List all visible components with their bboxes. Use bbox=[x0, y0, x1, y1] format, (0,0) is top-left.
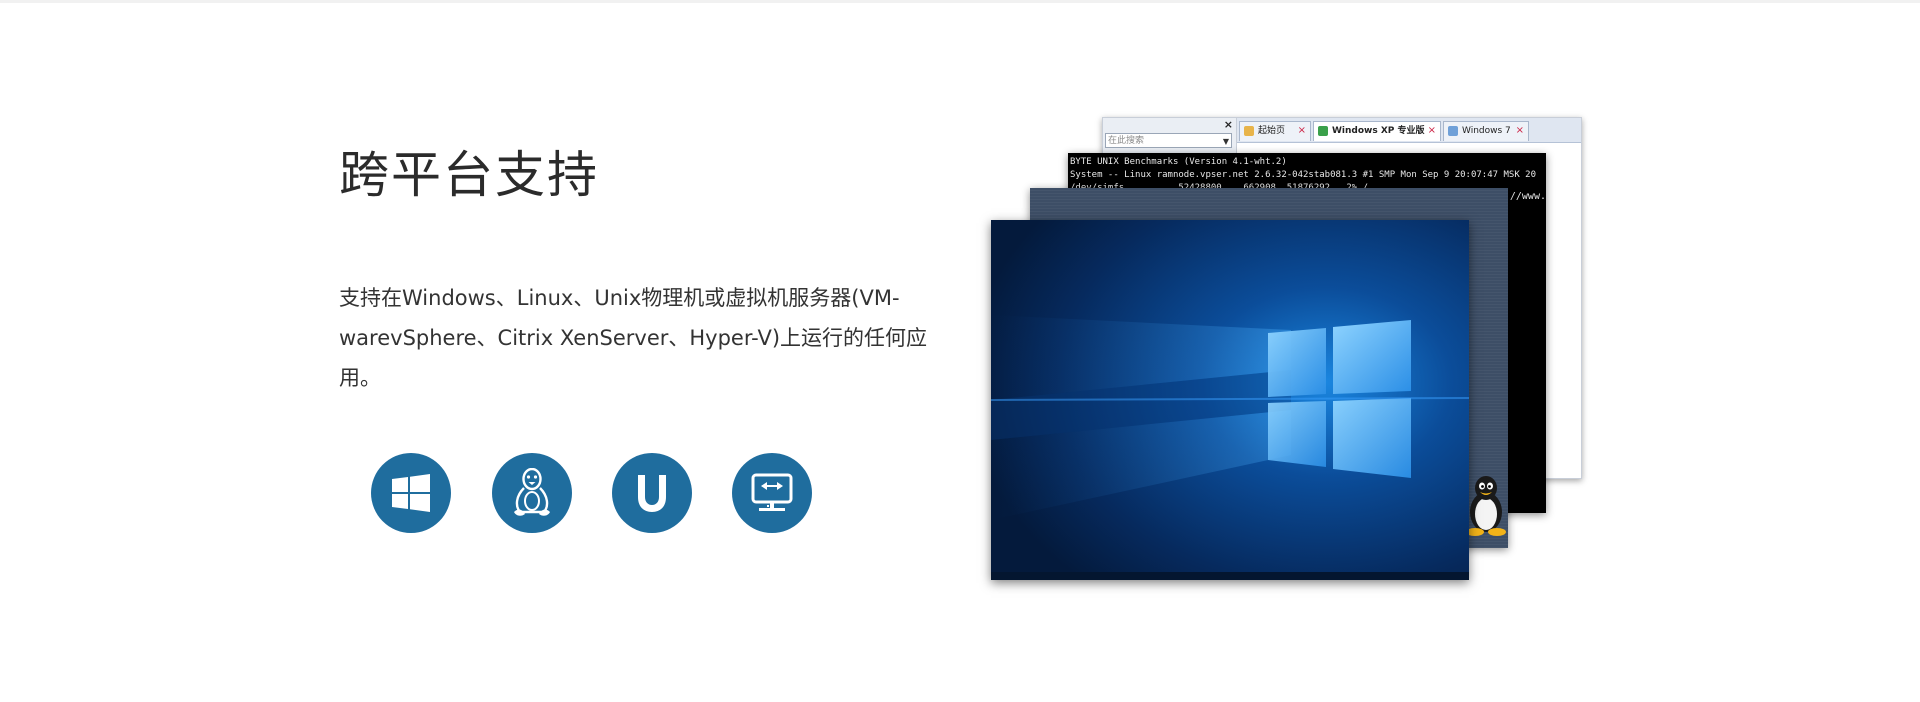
dropdown-arrow-icon: ▼ bbox=[1222, 137, 1229, 146]
xp-search-panel: × 在此搜索 ▼ bbox=[1103, 118, 1237, 156]
vm-icon bbox=[1448, 126, 1458, 136]
xp-search-placeholder: 在此搜索 bbox=[1108, 136, 1145, 146]
windows-icon[interactable] bbox=[371, 453, 451, 533]
xp-tab-bar: 起始页 × Windows XP 专业版 × Windows 7 × bbox=[1237, 118, 1581, 143]
tab-close-icon: × bbox=[1427, 125, 1436, 136]
tux-logo bbox=[514, 468, 550, 516]
xp-tab-label: Windows XP 专业版 bbox=[1332, 126, 1425, 136]
windows-10-wallpaper bbox=[991, 220, 1469, 580]
linux-icon[interactable] bbox=[492, 453, 572, 533]
xp-tab-label: Windows 7 bbox=[1462, 126, 1511, 136]
xp-tab-windows-xp: Windows XP 专业版 × bbox=[1313, 121, 1441, 141]
virtualization-icon[interactable] bbox=[732, 453, 812, 533]
xp-tab-home: 起始页 × bbox=[1239, 121, 1311, 141]
unix-icon[interactable] bbox=[612, 453, 692, 533]
home-icon bbox=[1244, 126, 1254, 136]
unix-u-logo bbox=[638, 475, 666, 512]
terminal-line: BYTE UNIX Benchmarks (Version 4.1-wht.2) bbox=[1070, 157, 1287, 167]
top-divider bbox=[0, 0, 1920, 3]
tux-mascot-icon bbox=[1466, 476, 1506, 536]
xp-tab-windows-7: Windows 7 × bbox=[1443, 121, 1529, 141]
tab-close-icon: × bbox=[1297, 125, 1306, 136]
platform-icon-row bbox=[371, 453, 871, 535]
terminal-url-fragment: ://www. bbox=[1503, 191, 1546, 202]
xp-tab-label: 起始页 bbox=[1258, 126, 1286, 136]
windows-10-desktop-screenshot bbox=[991, 220, 1469, 580]
section-title: 跨平台支持 bbox=[339, 146, 599, 204]
description-line-1: 支持在Windows、Linux、Unix物理机或虚拟机服务器(VM- bbox=[339, 286, 900, 310]
tab-close-icon: × bbox=[1515, 125, 1524, 136]
vm-icon bbox=[1318, 126, 1328, 136]
remote-desktop-logo bbox=[751, 473, 793, 511]
close-icon: × bbox=[1223, 118, 1233, 131]
description-line-2: warevSphere、Citrix XenServer、Hyper-V)上运行… bbox=[339, 326, 928, 390]
page: 跨平台支持 支持在Windows、Linux、Unix物理机或虚拟机服务器(VM… bbox=[0, 0, 1920, 702]
windows-logo bbox=[392, 474, 430, 512]
terminal-line: System -- Linux ramnode.vpser.net 2.6.32… bbox=[1070, 170, 1536, 180]
xp-search-field: 在此搜索 ▼ bbox=[1105, 133, 1232, 148]
section-description: 支持在Windows、Linux、Unix物理机或虚拟机服务器(VM- ware… bbox=[339, 278, 959, 398]
platform-screenshot-stack: × 在此搜索 ▼ 起始页 × Windows XP 专业版 × Windows … bbox=[985, 117, 1585, 597]
